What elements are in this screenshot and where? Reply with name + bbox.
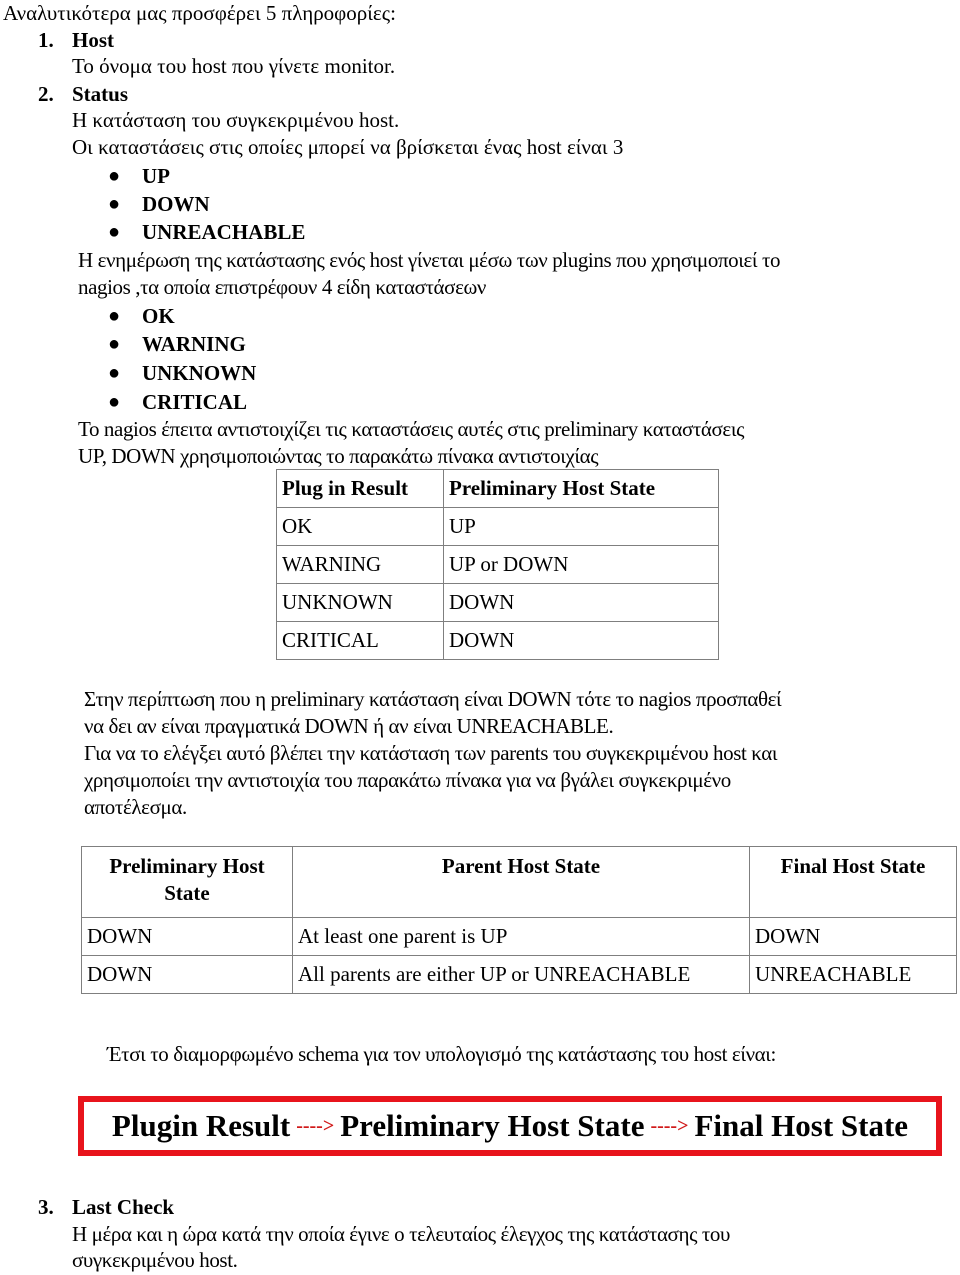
states-intro: Οι καταστάσεις στις οποίες μπορεί να βρί… [72, 135, 624, 159]
plugins-text-2: nagios ,τα οποία επιστρέφουν 4 είδη κατα… [78, 275, 487, 299]
table-cell: UNKNOWN [276, 583, 444, 622]
table-cell: DOWN [749, 917, 957, 956]
schema-step-final-state: Final Host State [694, 1108, 909, 1143]
bullet-icon: ● [108, 305, 121, 327]
item-title-status: Status [72, 82, 129, 106]
table-row: UNKNOWN DOWN [276, 583, 719, 622]
dashed-arrow-icon: ----> [296, 1114, 335, 1137]
item-number-1: 1. [38, 28, 54, 52]
table-header-cell: Final Host State [749, 846, 957, 918]
last-check-description-2: συγκεκριμένου host. [72, 1248, 238, 1272]
table-cell: All parents are either UP or UNREACHABLE [292, 955, 750, 994]
table-cell: CRITICAL [276, 621, 444, 660]
table-cell: DOWN [443, 583, 719, 622]
table-cell: DOWN [443, 621, 719, 660]
plugin-result-table: Plug in Result Preliminary Host State OK… [276, 469, 719, 660]
final-state-table: Preliminary Host State Parent Host State… [81, 846, 957, 994]
bullet-icon: ● [108, 165, 121, 187]
table-row: DOWN All parents are either UP or UNREAC… [81, 955, 957, 994]
table-row: CRITICAL DOWN [276, 621, 719, 660]
plugin-state-item: ● CRITICAL [108, 390, 248, 414]
table-cell: At least one parent is UP [292, 917, 750, 956]
host-description: Το όνομα του host που γίνετε monitor. [72, 54, 396, 78]
table-header-row: Plug in Result Preliminary Host State [276, 469, 719, 508]
table-row: OK UP [276, 507, 719, 546]
schema-text: Έτσι το διαμορφωμένο schema για τον υπολ… [107, 1042, 776, 1066]
bullet-icon: ● [108, 333, 121, 355]
table-cell: DOWN [81, 955, 293, 994]
table-header-row: Preliminary Host State Parent Host State… [81, 846, 957, 918]
table-header-cell: Plug in Result [276, 469, 444, 508]
host-state-item: ● DOWN [108, 192, 210, 216]
table-cell: UP or DOWN [443, 545, 719, 584]
item-title-last-check: Last Check [72, 1195, 175, 1219]
intro-text: Αναλυτικότερα μας προσφέρει 5 πληροφορίε… [3, 1, 396, 25]
table-header-cell: Parent Host State [292, 846, 750, 918]
last-check-description-1: Η μέρα και η ώρα κατά την οποία έγινε ο … [72, 1222, 730, 1246]
mapping-text-2: UP, DOWN χρησιμοποιώντας το παρακάτω πίν… [78, 444, 599, 468]
schema-box: Plugin Result ----> Preliminary Host Sta… [78, 1096, 942, 1156]
table-header-cell: Preliminary Host State [443, 469, 719, 508]
parents-text-1: Για να το ελέγξει αυτό βλέπει την κατάστ… [84, 741, 778, 765]
mapping-text-1: Το nagios έπειτα αντιστοιχίζει τις κατασ… [78, 417, 745, 441]
parents-text-3: αποτέλεσμα. [84, 795, 187, 819]
table-row: WARNING UP or DOWN [276, 545, 719, 584]
parents-text-2: χρησιμοποίει την αντιστοιχία του παρακάτ… [84, 768, 731, 792]
table-header-cell: Preliminary Host State [81, 846, 293, 918]
table-cell: UP [443, 507, 719, 546]
host-state-item: ● UNREACHABLE [108, 220, 306, 244]
bullet-icon: ● [108, 193, 121, 215]
bullet-icon: ● [108, 221, 121, 243]
schema-step-preliminary-state: Preliminary Host State [340, 1108, 645, 1143]
bullet-icon: ● [108, 362, 121, 384]
host-state-item: ● UP [108, 164, 170, 188]
plugin-state-item: ● WARNING [108, 332, 246, 356]
plugin-state-item: ● OK [108, 304, 175, 328]
table-cell: OK [276, 507, 444, 546]
table-cell: DOWN [81, 917, 293, 956]
item-title-host: Host [72, 28, 114, 52]
dashed-arrow-icon: ----> [650, 1114, 689, 1137]
item-number-3: 3. [38, 1195, 54, 1219]
table-row: DOWN At least one parent is UP DOWN [81, 917, 957, 956]
down-text-1: Στην περίπτωση που η preliminary κατάστα… [84, 687, 782, 711]
table-cell: UNREACHABLE [749, 955, 957, 994]
status-description: Η κατάσταση του συγκεκριμένου host. [72, 108, 400, 132]
bullet-icon: ● [108, 391, 121, 413]
schema-step-plugin-result: Plugin Result [111, 1108, 291, 1143]
plugins-text-1: Η ενημέρωση της κατάστασης ενός host γίν… [78, 248, 781, 272]
item-number-2: 2. [38, 82, 54, 106]
down-text-2: να δει αν είναι πραγματικά DOWN ή αν είν… [84, 714, 614, 738]
table-cell: WARNING [276, 545, 444, 584]
plugin-state-item: ● UNKNOWN [108, 361, 257, 385]
